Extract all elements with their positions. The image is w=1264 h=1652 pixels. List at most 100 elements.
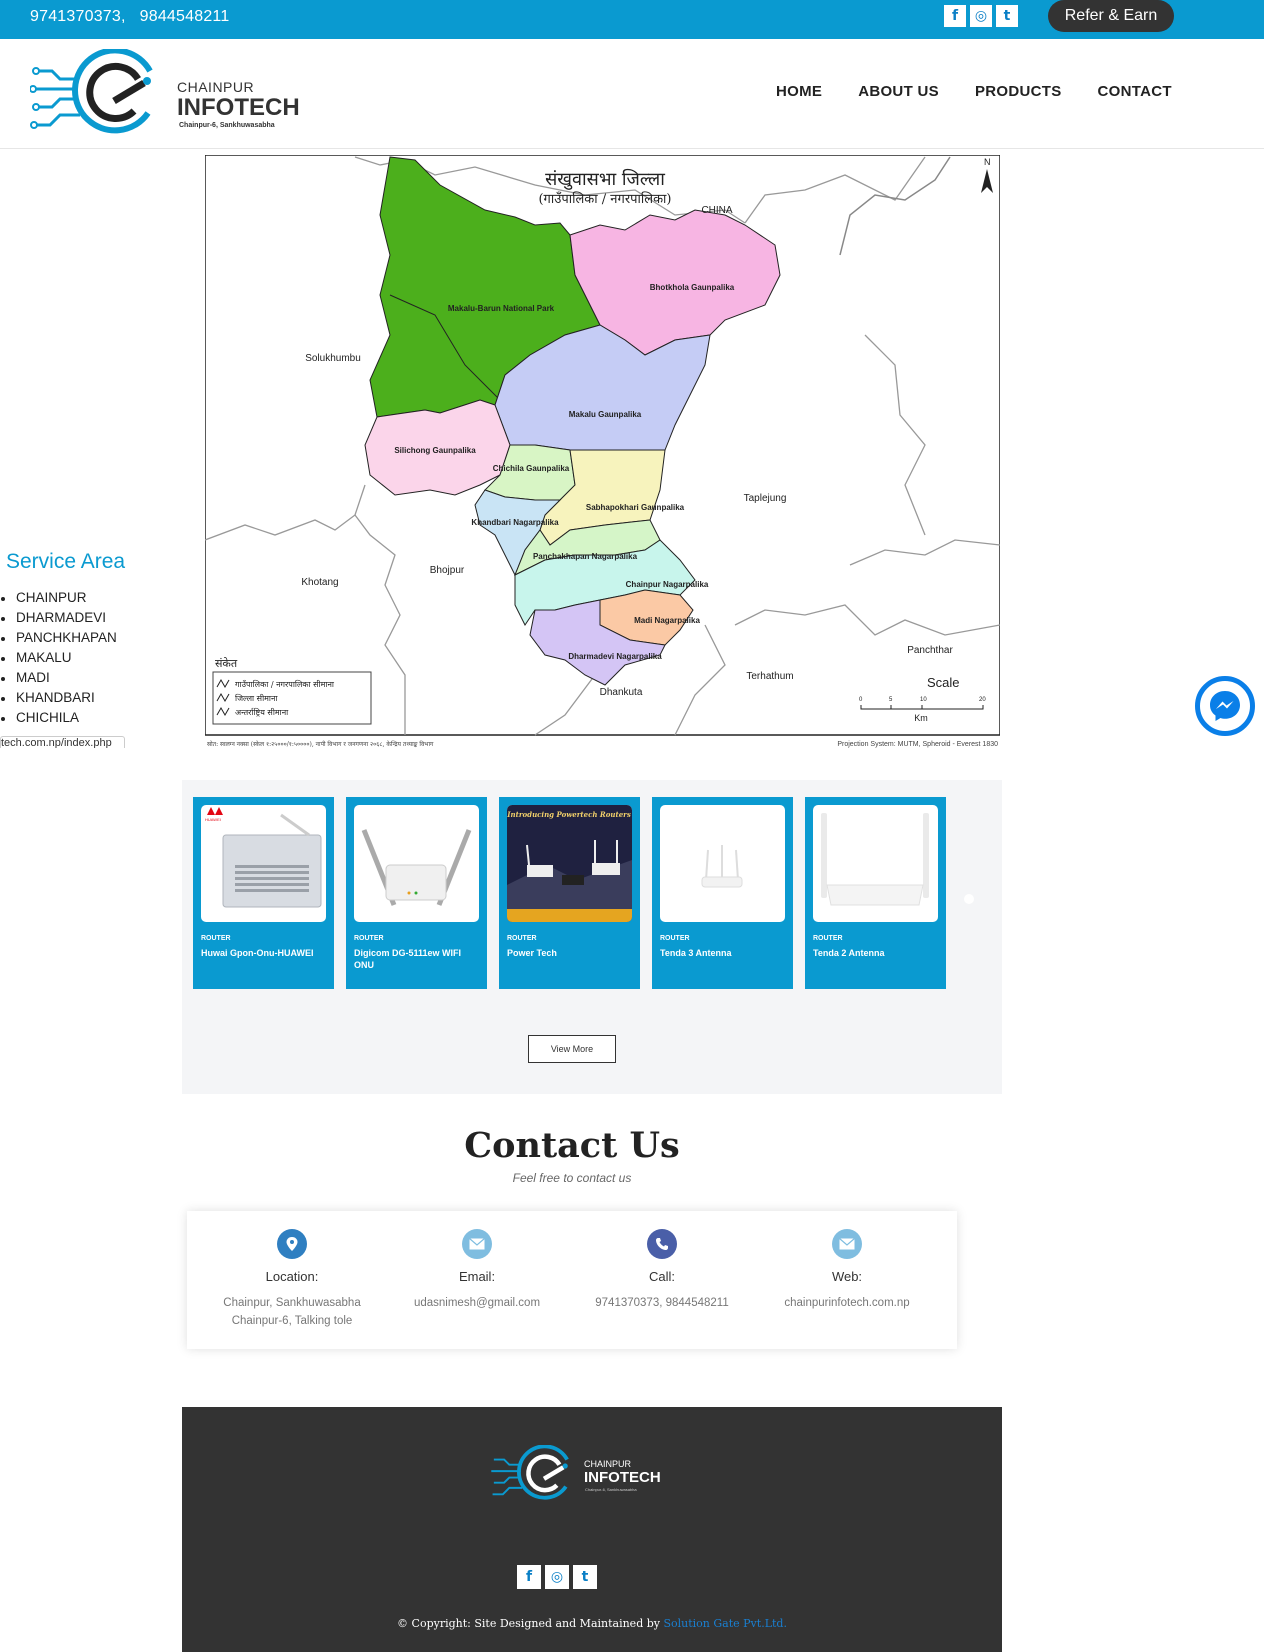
logo-text-address: Chainpur-6, Sankhuwasabha	[179, 122, 275, 129]
product-name: Power Tech	[507, 948, 557, 958]
neighbor-label: CHINA	[701, 205, 732, 216]
list-item: PANCHKHAPAN	[0, 630, 117, 650]
region-label: Sabhapokhari Gaunpalika	[586, 503, 685, 512]
site-footer: CHAINPUR INFOTECH Chainpur-6, Sankhuwasa…	[182, 1407, 1002, 1652]
phone-1[interactable]: 9741370373,	[30, 8, 126, 25]
list-item: CHAINPUR	[0, 590, 117, 610]
product-card[interactable]: ROUTER Tenda 2 Antenna	[805, 797, 946, 989]
service-area-title: Service Area	[6, 550, 126, 573]
neighbor-label: Terhathum	[746, 671, 793, 682]
region-label: Makalu Gaunpalika	[569, 410, 642, 419]
footer-social-links: f ◎ t	[517, 1565, 597, 1589]
neighbor-label: Taplejung	[744, 493, 787, 504]
legend-title: संकेत	[215, 657, 238, 670]
map-subtitle: (गाउँपालिका / नगरपालिका)	[538, 191, 671, 207]
region-label: Silichong Gaunpalika	[394, 446, 476, 455]
neighbor-label: Dhankuta	[600, 687, 643, 698]
email-icon	[462, 1229, 492, 1259]
copyright-prefix: © Copyright: Site Designed and Maintaine…	[397, 1617, 664, 1630]
contact-label: Call:	[648, 1269, 675, 1284]
huawei-logo-icon: HUAWEI	[205, 807, 223, 822]
phone-2[interactable]: 9844548211	[140, 8, 230, 25]
footer-logo[interactable]: CHAINPUR INFOTECH Chainpur-6, Sankhuwasa…	[490, 1444, 670, 1505]
product-card[interactable]: ROUTER Digicom DG-5111ew WIFI ONU	[346, 797, 487, 989]
messenger-chat-button[interactable]	[1195, 676, 1255, 736]
products-section: HUAWEI ROUTER Huwai Gpon-Onu-HUAWEI ROUT…	[182, 780, 1002, 1094]
logo-text-chainpur: CHAINPUR	[177, 79, 255, 95]
list-item: MADI	[0, 670, 117, 690]
neighbor-label: Panchthar	[907, 645, 953, 656]
contact-value[interactable]: udasnimesh@gmail.com	[382, 1294, 572, 1312]
copyright-text: © Copyright: Site Designed and Maintaine…	[182, 1617, 1002, 1630]
location-icon	[277, 1229, 307, 1259]
neighbor-label: Bhojpur	[430, 565, 465, 576]
product-image	[813, 805, 938, 922]
twitter-icon[interactable]: t	[996, 5, 1018, 27]
region-label: Dharmadevi Nagarpalika	[568, 652, 662, 661]
map-source: स्रोत: स्वलग्न नक्सा (स्केल १:२५०००/१:५०…	[207, 740, 434, 748]
scale-unit: Km	[914, 713, 928, 723]
legend-item: अन्तर्राष्ट्रिय सीमाना	[235, 707, 289, 717]
instagram-icon[interactable]: ◎	[970, 5, 992, 27]
logo-circuit-icon	[29, 47, 153, 134]
promo-banner-text: Introducing Powertech Routers	[507, 810, 631, 819]
neighbor-label: Solukhumbu	[305, 353, 361, 364]
product-card[interactable]: ROUTER Tenda 3 Antenna	[652, 797, 793, 989]
contact-info-box: Location: Chainpur, Sankhuwasabha Chainp…	[187, 1211, 957, 1349]
footer-logo-text-chainpur: CHAINPUR	[584, 1459, 632, 1469]
facebook-icon[interactable]: f	[517, 1565, 541, 1589]
twitter-icon[interactable]: t	[573, 1565, 597, 1589]
url-tooltip: tech.com.np/index.php	[0, 736, 125, 748]
carousel-dot[interactable]	[964, 894, 974, 904]
contact-call: Call: 9741370373, 9844548211	[567, 1229, 757, 1312]
region-label: Chichila Gaunpalika	[493, 464, 570, 473]
service-area-list: CHAINPUR DHARMADEVI PANCHKHAPAN MAKALU M…	[0, 590, 117, 730]
product-card[interactable]: HUAWEI ROUTER Huwai Gpon-Onu-HUAWEI	[193, 797, 334, 989]
contact-value[interactable]: chainpurinfotech.com.np	[752, 1294, 942, 1312]
nav-home[interactable]: HOME	[776, 83, 822, 100]
product-name: Tenda 2 Antenna	[813, 948, 885, 958]
refer-earn-button[interactable]: Refer & Earn	[1048, 0, 1174, 32]
instagram-icon[interactable]: ◎	[545, 1565, 569, 1589]
region-label: Panchakhapan Nagarpalika	[533, 552, 638, 561]
nav-products[interactable]: PRODUCTS	[975, 83, 1062, 100]
product-image: Introducing Powertech Routers	[507, 805, 632, 922]
product-category: ROUTER	[813, 935, 843, 942]
neighbor-label: Khotang	[301, 577, 338, 588]
contact-web: Web: chainpurinfotech.com.np	[752, 1229, 942, 1312]
product-name: Tenda 3 Antenna	[660, 948, 732, 958]
solution-gate-link[interactable]: Solution Gate Pvt.Ltd.	[663, 1617, 786, 1630]
messenger-icon	[1210, 691, 1240, 721]
scale-tick: 20	[979, 697, 986, 703]
product-image: HUAWEI	[201, 805, 326, 922]
footer-logo-text-address: Chainpur-6, Sankhuwasabha	[585, 1487, 637, 1492]
region-label: Makalu-Barun National Park	[448, 304, 555, 313]
list-item: CHICHILA	[0, 710, 117, 730]
district-map-image: संखुवासभा जिल्ला (गाउँपालिका / नगरपालिका…	[204, 154, 1001, 748]
contact-title: Contact Us	[464, 1125, 680, 1166]
list-item: DHARMADEVI	[0, 610, 117, 630]
legend-item: गाउँपालिका / नगरपालिका सीमाना	[235, 679, 335, 689]
list-item: KHANDBARI	[0, 690, 117, 710]
list-item: MAKALU	[0, 650, 117, 670]
product-category: ROUTER	[507, 935, 537, 942]
site-header: CHAINPUR INFOTECH Chainpur-6, Sankhuwasa…	[0, 39, 1264, 149]
nav-contact[interactable]: CONTACT	[1098, 83, 1172, 100]
legend-item: जिल्ला सीमाना	[235, 693, 278, 703]
phone-numbers: 9741370373, 9844548211	[30, 8, 229, 26]
site-logo[interactable]: CHAINPUR INFOTECH Chainpur-6, Sankhuwasa…	[29, 47, 300, 141]
product-image	[354, 805, 479, 922]
map-title: संखुवासभा जिल्ला	[545, 168, 665, 190]
contact-value[interactable]: 9741370373, 9844548211	[567, 1294, 757, 1312]
product-category: ROUTER	[201, 935, 231, 942]
product-card[interactable]: Introducing Powertech Routers ROUTER Pow…	[499, 797, 640, 989]
sankhuwasabha-map: संखुवासभा जिल्ला (गाउँपालिका / नगरपालिका…	[204, 154, 1001, 755]
view-more-button[interactable]: View More	[528, 1035, 616, 1063]
scale-label: Scale	[927, 675, 960, 690]
product-name: Huwai Gpon-Onu-HUAWEI	[201, 948, 314, 958]
brand-badge: HUAWEI	[205, 817, 221, 822]
region-label: Bhotkhola Gaunpalika	[650, 283, 735, 292]
facebook-icon[interactable]: f	[944, 5, 966, 27]
nav-about-us[interactable]: ABOUT US	[858, 83, 939, 100]
contact-label: Email:	[458, 1269, 496, 1284]
